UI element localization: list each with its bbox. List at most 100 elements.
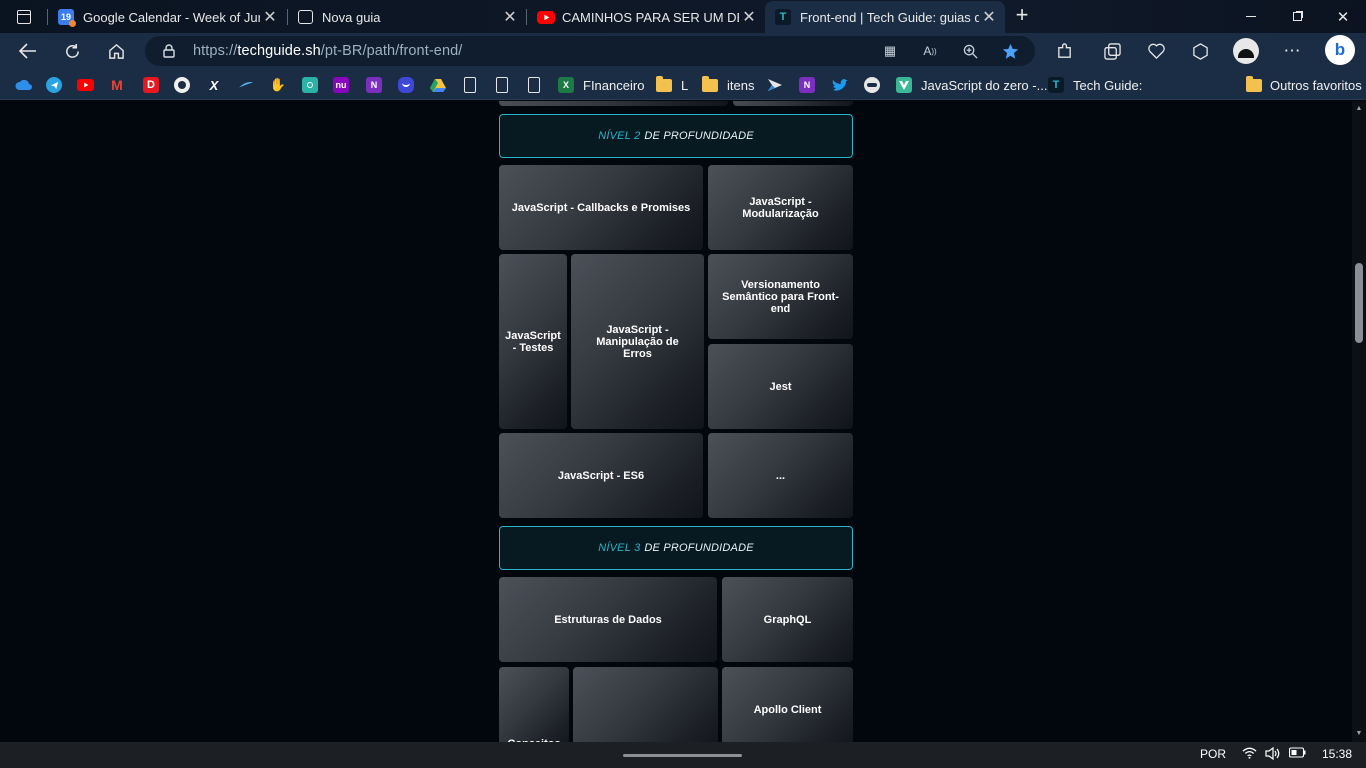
roadmap-card-conceitos[interactable]: Conceitos: [499, 667, 569, 742]
bookmark-globe[interactable]: [864, 75, 880, 95]
bookmark-label: FInanceiro: [583, 77, 645, 93]
home-button[interactable]: [101, 36, 131, 66]
tab-title: CAMINHOS PARA SER UM DEV FR: [562, 9, 739, 25]
restore-icon: [1292, 12, 1302, 21]
refresh-button[interactable]: [57, 36, 87, 66]
restore-button[interactable]: [1274, 0, 1320, 33]
tab-actions-menu-button[interactable]: [8, 5, 40, 29]
onenote-icon: N: [366, 77, 382, 93]
bookmark-folder-itens[interactable]: itens: [702, 75, 754, 95]
bookmark-github[interactable]: [174, 75, 190, 95]
collections-icon[interactable]: [1100, 39, 1124, 63]
bookmark-d[interactable]: D: [143, 75, 159, 95]
youtube-icon: [537, 10, 555, 24]
page-scrollbar[interactable]: ▲ ▼: [1352, 101, 1366, 742]
address-bar[interactable]: https://techguide.sh/pt-BR/path/front-en…: [145, 36, 1035, 66]
roadmap-card-testes[interactable]: JavaScript - Testes: [499, 254, 567, 429]
bing-icon[interactable]: b: [1325, 35, 1355, 65]
roadmap-card-modularizacao[interactable]: JavaScript - Modularização: [708, 165, 853, 250]
bookmark-gmail[interactable]: M: [109, 75, 125, 95]
bookmark-doc-3[interactable]: [528, 75, 540, 95]
clock[interactable]: 15:38: [1322, 747, 1352, 761]
bookmark-youtube[interactable]: [77, 75, 94, 95]
bookmark-onenote[interactable]: N: [366, 75, 382, 95]
bookmark-arrow[interactable]: [767, 75, 783, 95]
drive-icon: [430, 77, 446, 93]
scroll-thumb[interactable]: [1355, 263, 1363, 343]
level-2-header: NÍVEL 2 DE PROFUNDIDADE: [499, 114, 853, 158]
favorite-star-icon[interactable]: [1000, 41, 1020, 61]
profile-avatar[interactable]: [1233, 38, 1259, 64]
more-menu-icon[interactable]: ⋯: [1280, 39, 1304, 63]
roadmap-card-versionamento[interactable]: Versionamento Semântico para Front-end: [708, 254, 853, 339]
apps-icon[interactable]: ▦: [880, 41, 900, 61]
bookmark-doc-2[interactable]: [496, 75, 508, 95]
lock-icon[interactable]: [163, 44, 175, 58]
x-icon: X: [209, 77, 219, 93]
url-text[interactable]: https://techguide.sh/pt-BR/path/front-en…: [193, 43, 462, 59]
bookmark-bird[interactable]: [238, 75, 254, 95]
wifi-icon[interactable]: [1242, 747, 1257, 762]
techguide-icon: T: [775, 9, 791, 25]
roadmap-card-erros[interactable]: JavaScript - Manipulação de Erros: [571, 254, 704, 429]
bookmark-twitter[interactable]: [832, 75, 848, 95]
tab-techguide[interactable]: T Front-end | Tech Guide: guias do ✕: [765, 1, 1005, 33]
extensions-icon[interactable]: [1052, 39, 1076, 63]
back-button[interactable]: [13, 36, 43, 66]
bookmark-meet[interactable]: [302, 75, 318, 95]
bookmark-drive[interactable]: [430, 75, 446, 95]
home-indicator[interactable]: [623, 754, 742, 757]
bookmark-tech-guide[interactable]: T Tech Guide:: [1048, 75, 1142, 95]
minimize-button[interactable]: [1228, 0, 1274, 33]
zoom-icon[interactable]: [960, 41, 980, 61]
close-window-button[interactable]: ✕: [1320, 0, 1366, 33]
bookmark-javascript-zero[interactable]: JavaScript do zero -...: [896, 75, 1047, 95]
read-aloud-icon[interactable]: A)): [920, 41, 940, 61]
github-icon: [174, 77, 190, 93]
bookmark-x[interactable]: X: [206, 75, 222, 95]
close-tab-icon[interactable]: ✕: [260, 7, 280, 27]
roadmap-card-partial[interactable]: [499, 101, 728, 106]
roadmap-card-partial[interactable]: [733, 101, 853, 106]
copilot-icon[interactable]: [1188, 39, 1212, 63]
volume-icon[interactable]: [1265, 746, 1281, 763]
battery-icon[interactable]: [1288, 747, 1306, 761]
roadmap-card-es6[interactable]: JavaScript - ES6: [499, 433, 703, 518]
bookmark-folder-l[interactable]: L: [656, 75, 688, 95]
tab-nova-guia[interactable]: Nova guia ✕: [288, 1, 526, 33]
roadmap-card-more[interactable]: ...: [708, 433, 853, 518]
tab-youtube[interactable]: CAMINHOS PARA SER UM DEV FR ✕: [527, 1, 765, 33]
tab-actions-icon: [17, 10, 31, 24]
bookmark-hand[interactable]: ✋: [270, 75, 286, 95]
roadmap-card-graphql[interactable]: GraphQL: [722, 577, 853, 662]
bookmark-onenote-2[interactable]: N: [799, 75, 815, 95]
browser-essentials-icon[interactable]: [1144, 39, 1168, 63]
roadmap-card-jest[interactable]: Jest: [708, 344, 853, 429]
input-language[interactable]: POR: [1200, 747, 1226, 761]
scroll-down-arrow-icon[interactable]: ▼: [1355, 730, 1363, 738]
twitter-icon: [832, 77, 848, 93]
bookmark-telegram[interactable]: [46, 75, 62, 95]
bookmark-onedrive[interactable]: [15, 75, 33, 95]
avatar-image: [1238, 48, 1254, 58]
folder-icon: [656, 75, 672, 92]
bookmark-nubank[interactable]: nu: [333, 75, 349, 95]
roadmap-card-blank[interactable]: [573, 667, 718, 742]
onedrive-icon: [15, 77, 33, 93]
tab-google-calendar[interactable]: 19 Google Calendar - Week of June ✕: [48, 1, 286, 33]
bookmark-financeiro[interactable]: X FInanceiro: [558, 75, 644, 95]
roadmap-card-callbacks[interactable]: JavaScript - Callbacks e Promises: [499, 165, 703, 250]
bookmark-outros-favoritos[interactable]: Outros favoritos: [1246, 75, 1362, 95]
bookmark-discord[interactable]: [398, 75, 414, 95]
close-tab-icon[interactable]: ✕: [979, 7, 999, 27]
browser-toolbar: https://techguide.sh/pt-BR/path/front-en…: [0, 33, 1366, 69]
roadmap-card-apollo[interactable]: Apollo Client: [722, 667, 853, 742]
roadmap-card-estruturas[interactable]: Estruturas de Dados: [499, 577, 717, 662]
close-tab-icon[interactable]: ✕: [739, 7, 759, 27]
scroll-up-arrow-icon[interactable]: ▲: [1355, 105, 1363, 113]
bookmark-doc-1[interactable]: [464, 75, 476, 95]
level-3-header: NÍVEL 3 DE PROFUNDIDADE: [499, 526, 853, 570]
new-tab-button[interactable]: +: [1011, 4, 1033, 27]
close-tab-icon[interactable]: ✕: [500, 7, 520, 27]
back-arrow-icon: [19, 43, 36, 59]
